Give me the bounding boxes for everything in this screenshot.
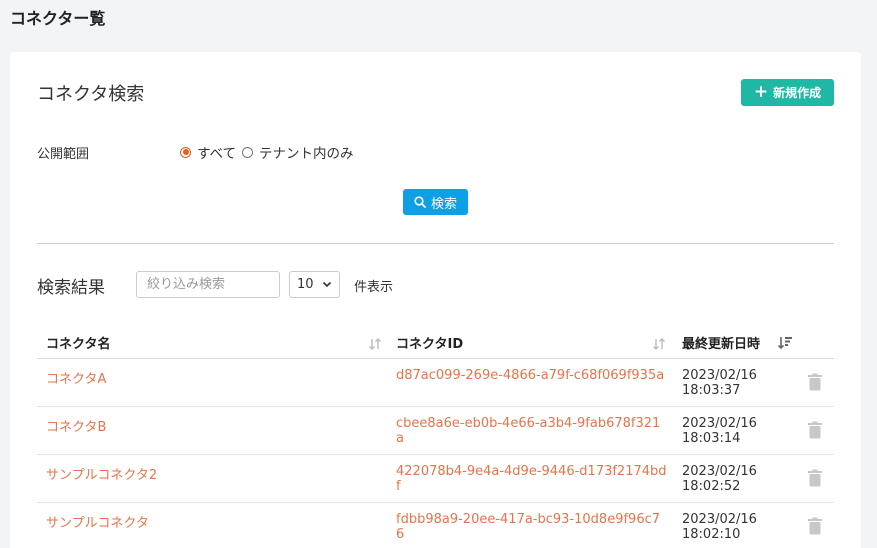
connector-id: d87ac099-269e-4866-a79f-c68f069f935a	[396, 368, 665, 383]
page-size-select[interactable]: 10	[289, 271, 340, 298]
updated-time: 18:03:14	[682, 431, 741, 446]
connector-id: 422078b4-9e4a-4d9e-9446-d173f2174bdf	[396, 464, 667, 494]
trash-icon[interactable]	[807, 469, 823, 487]
column-header-name[interactable]: コネクタ名	[46, 333, 110, 352]
updated-at: 2023/02/16 18:02:10	[682, 512, 772, 542]
trash-icon[interactable]	[807, 517, 823, 535]
table-header: コネクタ名 コネクタID 最終更新日時	[37, 322, 834, 359]
scope-radio-group: すべて テナント内のみ	[180, 142, 360, 162]
results-table: コネクタ名 コネクタID 最終更新日時 コネクタA d87ac099-269e-…	[37, 322, 834, 548]
new-connector-button[interactable]: + 新規作成	[741, 79, 834, 106]
radio-checked-icon[interactable]	[180, 146, 191, 158]
search-button[interactable]: 検索	[403, 189, 468, 215]
search-button-label: 検索	[430, 196, 457, 212]
table-row: サンプルコネクタ2 422078b4-9e4a-4d9e-9446-d173f2…	[37, 455, 834, 503]
sort-icon[interactable]	[368, 337, 382, 351]
scope-label: 公開範囲	[37, 147, 90, 162]
new-button-label: 新規作成	[773, 86, 822, 100]
magnifier-icon	[414, 196, 426, 208]
connector-name-link[interactable]: サンプルコネクタ2	[46, 464, 157, 483]
updated-time: 18:02:10	[682, 527, 741, 542]
table-row: コネクタA d87ac099-269e-4866-a79f-c68f069f93…	[37, 359, 834, 407]
results-title: 検索結果	[37, 278, 105, 298]
page-size-suffix: 件表示	[354, 280, 394, 295]
updated-at: 2023/02/16 18:03:14	[682, 416, 772, 446]
updated-time: 18:03:37	[682, 383, 741, 398]
connector-id: cbee8a6e-eb0b-4e66-a3b4-9fab678f321a	[396, 416, 661, 446]
connector-id: fdbb98a9-20ee-417a-bc93-10d8e9f96c76	[396, 512, 661, 542]
page-title: コネクター覧	[10, 9, 106, 28]
filter-input[interactable]	[136, 271, 280, 298]
connector-name-link[interactable]: コネクタA	[46, 368, 106, 387]
updated-date: 2023/02/16	[682, 512, 757, 527]
sort-icon[interactable]	[652, 337, 666, 351]
column-header-date[interactable]: 最終更新日時	[682, 333, 760, 352]
column-header-id[interactable]: コネクタID	[396, 333, 463, 352]
updated-time: 18:02:52	[682, 479, 741, 494]
sort-desc-icon[interactable]	[777, 335, 793, 351]
chevron-down-icon	[322, 281, 332, 288]
plus-icon: +	[753, 82, 769, 102]
scope-option-all-label: すべて	[197, 146, 237, 162]
updated-date: 2023/02/16	[682, 368, 757, 383]
table-row: サンプルコネクタ fdbb98a9-20ee-417a-bc93-10d8e9f…	[37, 503, 834, 548]
section-divider	[37, 243, 834, 244]
updated-date: 2023/02/16	[682, 416, 757, 431]
radio-unchecked-icon[interactable]	[242, 146, 254, 158]
trash-icon[interactable]	[807, 421, 823, 439]
table-row: コネクタB cbee8a6e-eb0b-4e66-a3b4-9fab678f32…	[37, 407, 834, 455]
main-card: コネクタ検索 + 新規作成 公開範囲 すべて テナント内のみ 検索 検索結果 1…	[10, 52, 861, 548]
connector-name-link[interactable]: サンプルコネクタ	[46, 512, 149, 531]
connector-name-link[interactable]: コネクタB	[46, 416, 106, 435]
page-size-value: 10	[297, 277, 314, 292]
updated-at: 2023/02/16 18:03:37	[682, 368, 772, 398]
updated-date: 2023/02/16	[682, 464, 757, 479]
scope-option-tenant-label: テナント内のみ	[259, 146, 354, 162]
search-section-title: コネクタ検索	[37, 84, 145, 105]
scope-option-tenant[interactable]: テナント内のみ	[242, 142, 354, 162]
scope-option-all[interactable]: すべて	[180, 142, 236, 162]
updated-at: 2023/02/16 18:02:52	[682, 464, 772, 494]
trash-icon[interactable]	[807, 373, 823, 391]
